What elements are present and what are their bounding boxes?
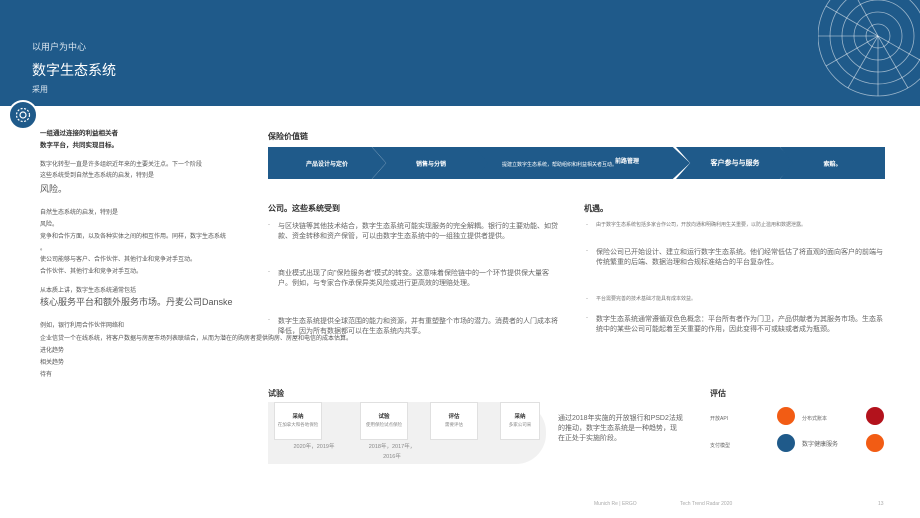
trial-years: 2018年，2017年， [368, 444, 416, 450]
radar-graphic [818, 0, 920, 97]
value-chain-step-label: 索赔。 [823, 161, 842, 168]
opportunity-heading: 机遇。 [584, 204, 608, 213]
left-text-large: 核心服务平台和额外服务市场。丹麦公司Danske [40, 297, 233, 307]
bullet-dash: - [586, 315, 588, 321]
left-text: 从本质上讲，数字生态系统通常包括 [40, 288, 137, 294]
value-chain-step-label: 客户参与与服务 [710, 160, 760, 167]
company-heading: 公司。这些系统受到 [268, 204, 340, 213]
trial-card-desc: 在加拿大和各地保险 [277, 422, 319, 427]
left-text: 进化趋势 [40, 348, 65, 354]
eval-dot-orange [866, 434, 884, 452]
trial-card-title: 评估 [448, 414, 460, 420]
trial-years: 2020年，2019年 [293, 444, 335, 450]
trial-card-title: 试验 [378, 414, 390, 420]
left-text: 竞争和合作方面，以及各种实体之间的相互作用。同样，数字生态系统 [40, 234, 227, 240]
company-bullet-3: 数字生态系统提供全球范围的能力和资源，并有重塑整个市场的潜力。消费者的人门成本将… [278, 318, 558, 335]
eval-dot-orange [777, 407, 795, 425]
trial-card-title: 采纳 [292, 414, 304, 420]
intro-line-1: 一组通过连接的利益相关者 [40, 130, 118, 137]
bullet-dash: - [268, 222, 270, 228]
eval-dot-red [866, 407, 884, 425]
left-text: 数字化转型一直是许多组织近年来的主要关注点。下一个阶段 [40, 162, 203, 168]
value-chain-step-5: 索赔。 [780, 147, 885, 179]
trial-note: 通过2018年实施的开放银行和PSD2法规的推动，数字生态系统是一种趋势，现在正… [558, 415, 683, 442]
left-text: 风险。 [40, 222, 59, 228]
value-chain-step-label: 产品设计与定价 [305, 161, 348, 168]
left-text: 合作伙伴、其他行业和竞争对手互动。 [40, 269, 143, 275]
trial-years: 2016年 [383, 454, 401, 460]
gear-network-icon [15, 107, 31, 123]
value-chain-heading: 保险价值链 [268, 132, 308, 141]
company-bullet-2: 商业模式出现了向"保险服务者"模式的转变。这意味着保险链中的一个环节提供保大量客… [278, 270, 549, 287]
page-title: 数字生态系统 [32, 62, 116, 78]
intro-line-2: 数字平台，共同实现目标。 [40, 142, 118, 149]
left-text: 例如，银行利用合作伙伴网络和 [40, 323, 125, 329]
header-banner: 以用户为中心 数字生态系统 采用 [0, 0, 920, 106]
trial-card-desc: 需要评估 [445, 422, 463, 427]
trial-card-title: 采纳 [514, 414, 526, 420]
eval-label-open-api: 开放API [710, 416, 729, 422]
bullet-dash: - [586, 222, 588, 228]
page-number: 13 [878, 501, 884, 507]
eval-label-ledger: 分布式账本 [802, 416, 828, 422]
trial-heading: 试验 [268, 389, 284, 398]
trial-card-desc: 多家公司采 [508, 422, 532, 427]
value-chain-step-label: 销售与分销 [415, 161, 446, 168]
ecosystem-badge [8, 100, 38, 130]
company-bullet-1: 与区块链等其他技术结合，数字生态系统可能实现服务的完全解耦。银行的主要劝能、如贷… [278, 223, 558, 240]
opportunity-bullet-1: 由于数字生态系统包括多家合作公司，开放向通和明确利用生关重要，以防止滥用和数据泄… [596, 222, 807, 228]
bullet-dash: - [268, 317, 270, 323]
left-text: 这些系统受到自然生态系统的启发，特别是 [40, 173, 155, 179]
footer-brand: Munich Re | ERGO [594, 501, 637, 507]
opportunity-bullet-2: 保险公司已开始设计、建立和运行数字生态系统。他们经常低估了将直观的面向客户的前端… [596, 249, 883, 266]
opportunity-bullet-3: 平台需要完善的技术基础才能具有成本效益。 [596, 296, 697, 302]
eval-label-health: 数字健康服务 [802, 442, 839, 448]
left-text: 自然生态系统的启发，特别是 [40, 210, 119, 216]
value-chain-step-4: 客户参与与服务 [676, 147, 794, 179]
bullet-dash: - [586, 248, 588, 254]
eval-label-payment: 支付模型 [710, 443, 731, 449]
left-text: 相关趋势 [40, 360, 65, 366]
value-chain-step-1: 产品设计与定价 [268, 147, 386, 179]
eval-dot-blue [777, 434, 795, 452]
value-chain-overlay: 提建立数字生态系统，帮助组织和利益相关者互动。 [502, 162, 618, 168]
trial-card-desc: 使用保险试点保险 [366, 422, 402, 427]
header-subtitle: 采用 [32, 85, 48, 94]
header-kicker: 以用户为中心 [32, 42, 87, 52]
trial-card: 试验 使用保险试点保险 [360, 402, 408, 440]
evaluation-heading: 评估 [710, 389, 726, 398]
left-text: 。 [40, 246, 47, 252]
trial-timeline: 采纳 在加拿大和各地保险 试验 使用保险试点保险 评估 需要评估 采纳 多家公司… [268, 402, 546, 464]
trial-card: 评估 需要评估 [430, 402, 478, 440]
value-chain-step-2: 销售与分销 [372, 147, 490, 179]
value-chain-step-label: 前路管理 [615, 159, 640, 165]
trial-card: 采纳 在加拿大和各地保险 [274, 402, 322, 440]
bullet-dash: - [268, 269, 270, 275]
footer-title: Tech Trend Radar 2020 [680, 501, 733, 507]
left-text: 使公司能够与客户、合作伙伴、其他行业和竞争对手互动。 [40, 257, 197, 263]
left-text-large: 风险。 [40, 184, 68, 194]
trial-card: 采纳 多家公司采 [500, 402, 540, 440]
bullet-dash: - [586, 296, 588, 302]
left-text: 待有 [40, 372, 53, 378]
opportunity-bullet-4: 数字生态系统通常遵循双色色概念：平台所有者作为门卫，产品供献者为其服务市场。生态… [596, 316, 883, 333]
